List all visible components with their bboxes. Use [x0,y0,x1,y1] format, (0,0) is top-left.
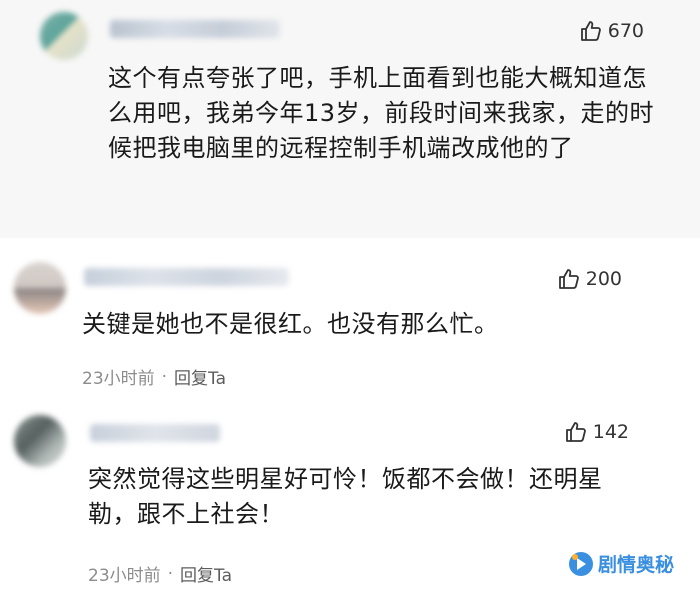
like-button[interactable]: 142 [564,420,629,444]
username-blurred[interactable] [110,20,280,38]
logo-icon [568,551,593,576]
comment-meta: 23小时前 · 回复Ta [88,561,232,587]
like-button[interactable]: 200 [557,267,622,291]
like-count: 200 [585,268,622,290]
username-blurred[interactable] [90,424,220,442]
meta-separator: · [167,563,174,584]
watermark-text: 剧情奥秘 [597,554,674,576]
comment-item-1: 670 这个有点夸张了吧，手机上面看到也能大概知道怎么用吧，我弟今年13岁，前段… [0,0,700,238]
comment-text: 关键是她也不是很红。也没有那么忙。 [82,310,499,338]
comment-text: 这个有点夸张了吧，手机上面看到也能大概知道怎么用吧，我弟今年13岁，前段时间来我… [108,64,655,162]
thumbs-up-icon [580,21,601,41]
reply-button[interactable]: 回复Ta [180,561,232,586]
comment-meta: 23小时前 · 回复Ta [82,364,226,390]
meta-separator: · [161,366,168,387]
avatar[interactable] [14,415,66,467]
thumbs-up-icon [558,269,579,289]
like-button[interactable]: 670 [579,19,644,43]
thumbs-up-icon [565,422,586,442]
avatar[interactable] [14,262,66,314]
comment-time: 23小时前 [88,566,161,586]
comment-time: 23小时前 [82,369,155,389]
watermark: 剧情奥秘 [568,550,674,577]
reply-button[interactable]: 回复Ta [174,364,226,389]
like-count: 670 [607,20,644,42]
comment-text: 突然觉得这些明星好可怜！饭都不会做！还明星勒，跟不上社会！ [88,465,603,528]
avatar[interactable] [40,12,88,60]
like-count: 142 [592,421,629,443]
username-blurred[interactable] [84,268,289,286]
